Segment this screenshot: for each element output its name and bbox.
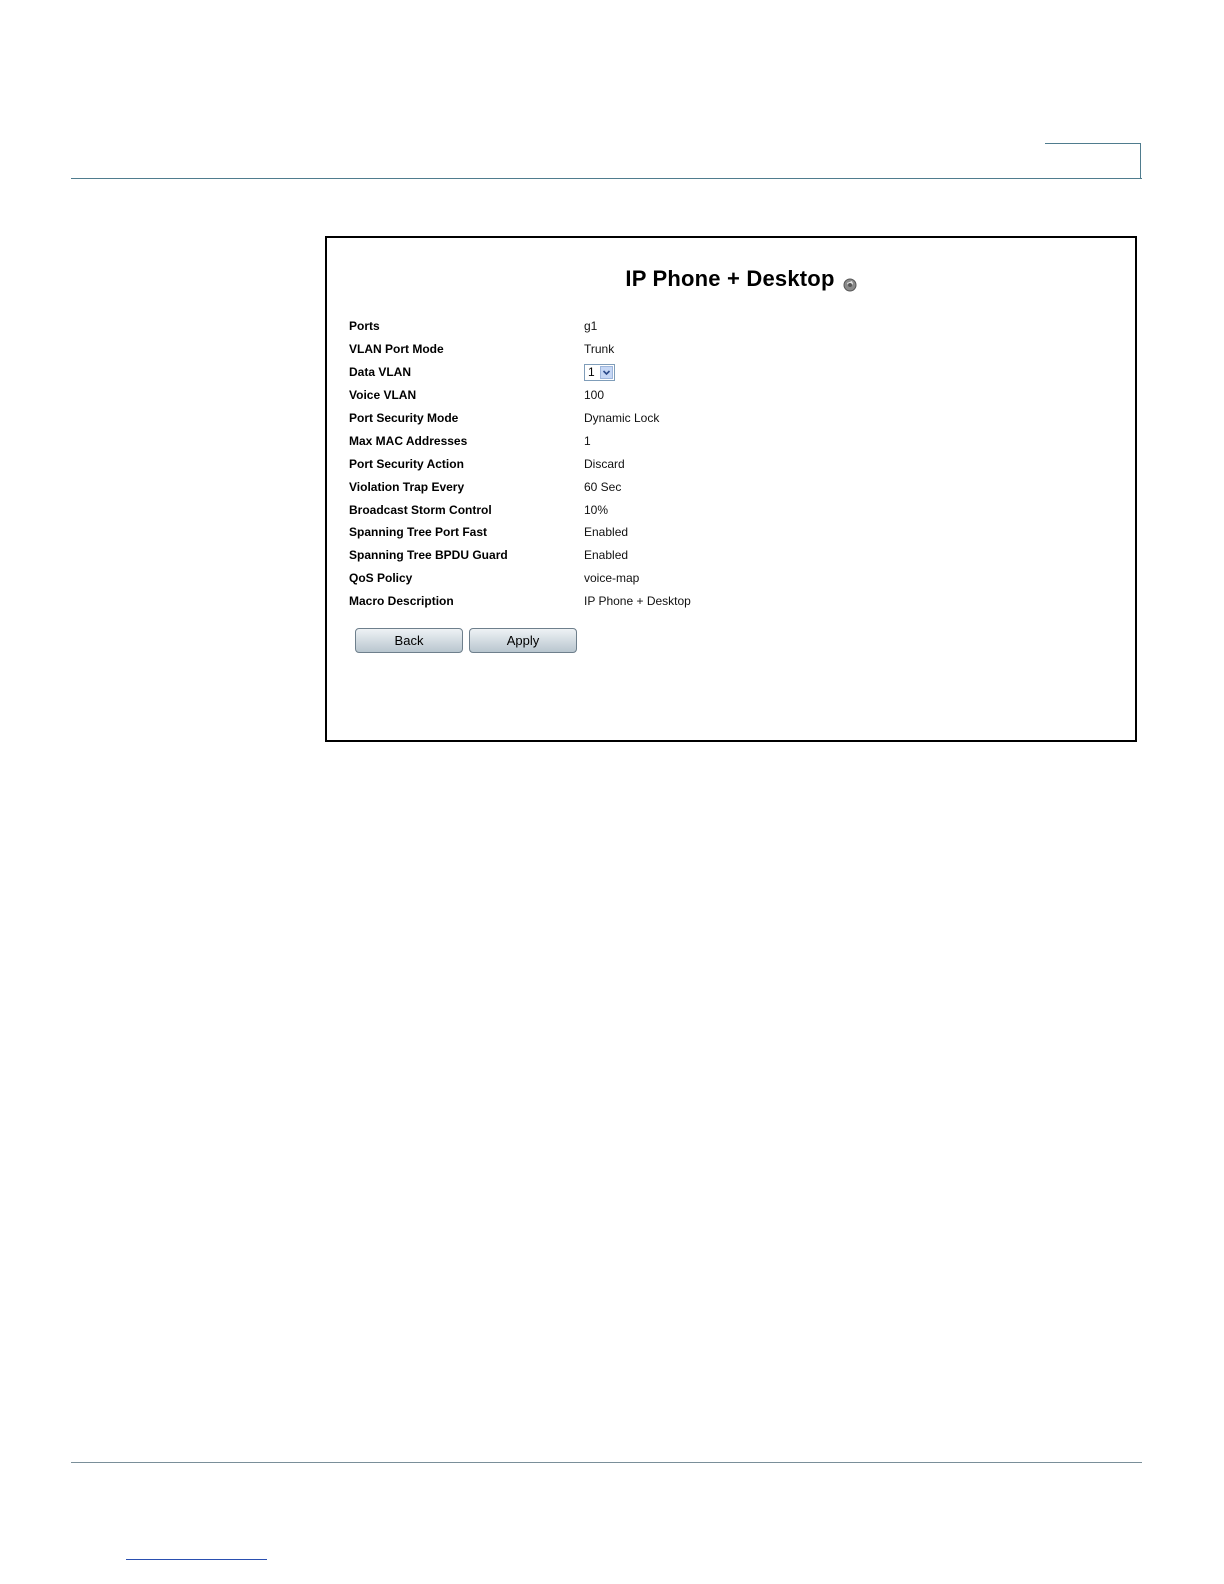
- page-title-row: IP Phone + Desktop: [327, 266, 1135, 292]
- field-value: Enabled: [584, 525, 629, 540]
- field-row-ports: Ports g1: [349, 315, 1109, 338]
- field-row-spanning-tree-bpdu-guard: Spanning Tree BPDU Guard Enabled: [349, 544, 1109, 567]
- field-value: Discard: [584, 456, 625, 471]
- field-value: 1: [584, 433, 591, 448]
- field-label: Port Security Mode: [349, 411, 459, 425]
- field-row-vlan-port-mode: VLAN Port Mode Trunk: [349, 338, 1109, 361]
- field-label: Max MAC Addresses: [349, 433, 468, 448]
- field-value: Dynamic Lock: [584, 411, 660, 425]
- field-row-broadcast-storm-control: Broadcast Storm Control 10%: [349, 498, 1109, 521]
- header-tab: [1045, 143, 1141, 178]
- field-row-violation-trap-every: Violation Trap Every 60 Sec: [349, 475, 1109, 498]
- button-bar: Back Apply: [355, 628, 577, 653]
- field-row-port-security-action: Port Security Action Discard: [349, 452, 1109, 475]
- chevron-down-icon[interactable]: [600, 365, 613, 379]
- field-label: Broadcast Storm Control: [349, 502, 492, 517]
- field-value: 100: [584, 388, 605, 403]
- field-label: VLAN Port Mode: [349, 342, 444, 357]
- field-label: Violation Trap Every: [349, 479, 465, 494]
- data-vlan-selected-value: 1: [588, 365, 595, 380]
- footer-rule: [71, 1462, 1142, 1463]
- field-label: Data VLAN: [349, 365, 412, 380]
- field-row-spanning-tree-port-fast: Spanning Tree Port Fast Enabled: [349, 521, 1109, 544]
- data-vlan-select[interactable]: 1: [584, 363, 615, 381]
- field-row-qos-policy: QoS Policy voice-map: [349, 567, 1109, 590]
- field-row-data-vlan: Data VLAN 1: [349, 361, 1109, 384]
- field-label: Spanning Tree Port Fast: [349, 525, 488, 540]
- field-row-voice-vlan: Voice VLAN 100: [349, 384, 1109, 407]
- field-label: Voice VLAN: [349, 388, 417, 403]
- back-button[interactable]: Back: [355, 628, 463, 653]
- field-value: 60 Sec: [584, 479, 622, 494]
- field-value: voice-map: [584, 571, 640, 586]
- field-row-macro-description: Macro Description IP Phone + Desktop: [349, 590, 1109, 613]
- field-value: g1: [584, 319, 598, 334]
- field-label: Spanning Tree BPDU Guard: [349, 548, 508, 563]
- field-value: 10%: [584, 502, 609, 517]
- field-label: QoS Policy: [349, 571, 413, 586]
- field-label: Port Security Action: [349, 456, 464, 471]
- field-row-port-security-mode: Port Security Mode Dynamic Lock: [349, 407, 1109, 430]
- page-title: IP Phone + Desktop: [625, 266, 835, 291]
- field-label: Ports: [349, 319, 380, 334]
- macro-dialog: IP Phone + Desktop Ports g1 VLAN Port Mo…: [325, 236, 1137, 742]
- help-icon[interactable]: [843, 272, 857, 292]
- settings-list: Ports g1 VLAN Port Mode Trunk Data VLAN …: [349, 315, 1109, 613]
- field-row-max-mac-addresses: Max MAC Addresses 1: [349, 429, 1109, 452]
- field-value: Enabled: [584, 548, 629, 563]
- field-label: Macro Description: [349, 594, 454, 609]
- apply-button[interactable]: Apply: [469, 628, 577, 653]
- field-value: IP Phone + Desktop: [584, 594, 691, 609]
- field-value: Trunk: [584, 342, 615, 357]
- footer-link-underline: [126, 1559, 267, 1560]
- header-rule: [71, 178, 1142, 179]
